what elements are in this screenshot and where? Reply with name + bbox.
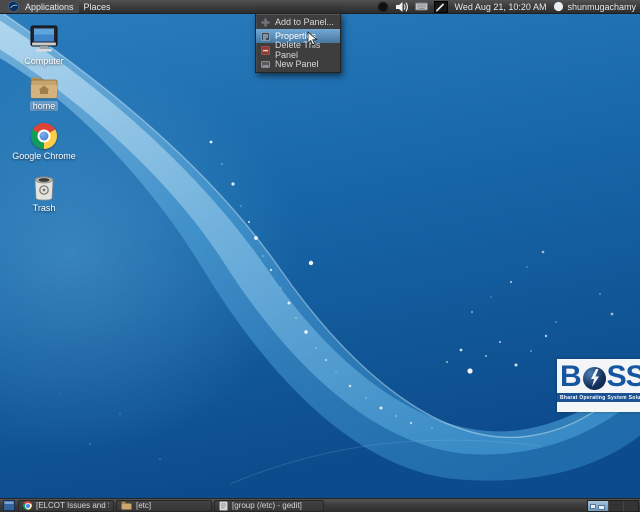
taskbar-task-elcot[interactable]: [ELCOT Issues and So... bbox=[18, 500, 114, 512]
chrome-task-icon bbox=[23, 501, 32, 510]
trash-icon bbox=[6, 174, 82, 201]
task-label: [group (/etc) - gedit] bbox=[232, 501, 302, 510]
new-panel-icon bbox=[260, 60, 270, 69]
applications-label: Applications bbox=[25, 2, 74, 12]
boss-globe-icon bbox=[583, 367, 606, 390]
desktop-icon-google-chrome[interactable]: Google Chrome bbox=[6, 123, 82, 162]
menu-item-label: Add to Panel... bbox=[275, 17, 334, 27]
places-label: Places bbox=[84, 2, 111, 12]
applications-menu[interactable]: Applications bbox=[0, 0, 79, 13]
volume-icon[interactable] bbox=[395, 1, 409, 13]
top-panel: Applications Places Wed Aug 21, 10:20 AM bbox=[0, 0, 640, 14]
computer-icon bbox=[6, 25, 82, 54]
tablet-pen-icon[interactable] bbox=[434, 1, 448, 13]
workspace-1-active[interactable] bbox=[588, 501, 608, 511]
taskbar-task-gedit[interactable]: [group (/etc) - gedit] bbox=[214, 500, 324, 512]
desktop-icon-computer[interactable]: Computer bbox=[6, 25, 82, 67]
panel-context-menu: Add to Panel... Properties Delete This P… bbox=[255, 13, 341, 73]
boss-logo-letters-ss: SS bbox=[607, 362, 640, 392]
boss-logo: B SS Bharat Operating System Solutions bbox=[557, 359, 640, 412]
wallpaper bbox=[0, 14, 640, 498]
places-menu[interactable]: Places bbox=[79, 0, 116, 13]
task-label: [etc] bbox=[136, 501, 151, 510]
desktop-icon-label: Computer bbox=[6, 56, 82, 67]
workspace-switcher[interactable] bbox=[587, 500, 639, 512]
home-folder-icon bbox=[6, 76, 82, 99]
bottom-panel: [ELCOT Issues and So... [etc] [group (/e… bbox=[0, 498, 640, 512]
google-chrome-icon bbox=[6, 123, 82, 149]
desktop-icon-label: Trash bbox=[6, 203, 82, 214]
keyboard-icon[interactable] bbox=[415, 2, 428, 11]
taskbar-task-etc[interactable]: [etc] bbox=[116, 500, 212, 512]
clock[interactable]: Wed Aug 21, 10:20 AM bbox=[451, 2, 551, 12]
boss-logo-letter-b: B bbox=[560, 362, 581, 392]
username[interactable]: shunmugachamy bbox=[567, 2, 640, 12]
show-desktop-button[interactable] bbox=[2, 500, 15, 512]
workspace-3[interactable] bbox=[623, 501, 638, 511]
desktop-icon-home[interactable]: home bbox=[6, 76, 82, 112]
delete-panel-icon bbox=[260, 46, 270, 55]
folder-task-icon bbox=[121, 501, 132, 510]
task-label: [ELCOT Issues and So... bbox=[36, 501, 109, 510]
desktop-icon-label: home bbox=[6, 101, 82, 112]
user-presence-icon[interactable] bbox=[553, 1, 564, 12]
desktop-icon-label: Google Chrome bbox=[6, 151, 82, 162]
menu-item-label: New Panel bbox=[275, 59, 319, 69]
desktop: Applications Places Wed Aug 21, 10:20 AM bbox=[0, 0, 640, 512]
status-circle-icon[interactable] bbox=[377, 1, 389, 13]
desktop-icon-trash[interactable]: Trash bbox=[6, 174, 82, 214]
properties-icon bbox=[260, 32, 270, 41]
workspace-2[interactable] bbox=[608, 501, 623, 511]
menu-item-add-to-panel[interactable]: Add to Panel... bbox=[256, 15, 340, 29]
gedit-task-icon bbox=[219, 501, 228, 511]
boss-logo-subtitle: Bharat Operating System Solutions bbox=[557, 393, 640, 402]
boss-logo-icon bbox=[8, 1, 19, 12]
mouse-cursor bbox=[307, 31, 319, 47]
menu-item-delete-this-panel[interactable]: Delete This Panel bbox=[256, 43, 340, 57]
add-to-panel-icon bbox=[260, 18, 270, 27]
menu-item-label: Delete This Panel bbox=[275, 40, 336, 60]
